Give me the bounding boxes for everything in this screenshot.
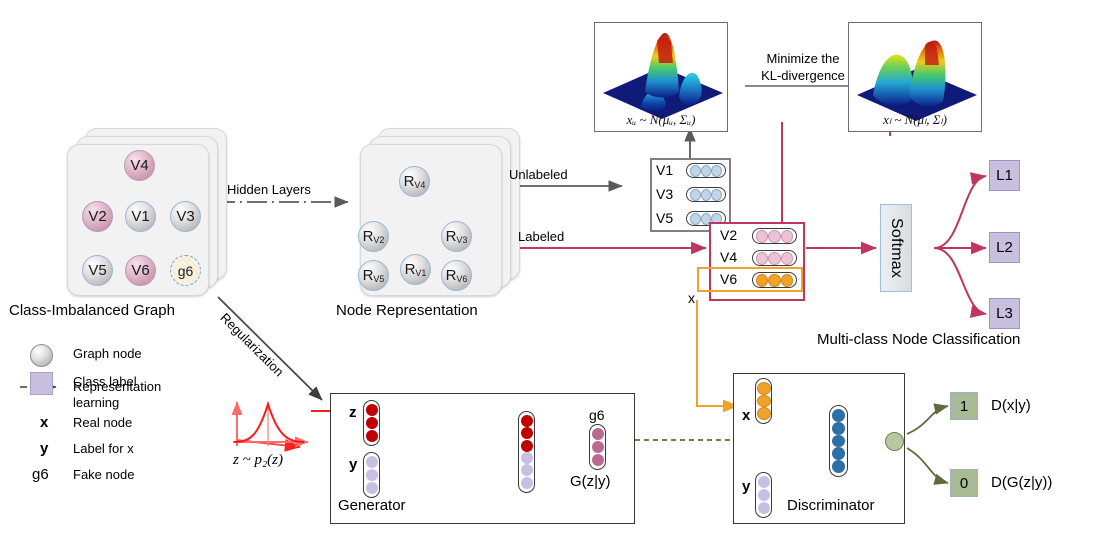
legend-key-g6: g6 <box>32 466 49 483</box>
graph-node-v4-label: V4 <box>130 157 149 174</box>
labeled-row-1-label: V4 <box>720 249 738 265</box>
graph-node-v6-label: V6 <box>131 262 150 279</box>
legend-graph-node-label: Graph node <box>73 346 142 361</box>
kl-line-1: Minimize the <box>766 51 840 66</box>
discriminator-output-0: 0 <box>950 469 978 497</box>
class-label-l3-text: L3 <box>996 305 1013 322</box>
rep-node-rv5-label: RV5 <box>362 267 385 284</box>
graph-node-v1[interactable]: V1 <box>125 201 156 232</box>
generator-y-vector <box>363 452 380 498</box>
graph-node-g6-label: g6 <box>177 262 194 279</box>
generator-z-label: z <box>349 404 357 421</box>
unlabeled-row-1-label: V3 <box>656 186 674 202</box>
legend-key-y: y <box>40 440 49 457</box>
unlabeled-row-2-label: V5 <box>656 210 674 226</box>
rep-node-rv3-label: RV3 <box>445 228 468 245</box>
graph-node-v2-label: V2 <box>88 208 107 225</box>
labeled-row-0-vector <box>752 228 797 244</box>
discriminator-output-0-value: 0 <box>959 474 969 492</box>
legend-graph-node-icon <box>30 344 53 367</box>
legend-class-label-icon <box>30 372 53 395</box>
discriminator-output-1: 1 <box>950 392 978 420</box>
class-label-l1[interactable]: L1 <box>989 160 1020 191</box>
graph-panel-caption: Class-Imbalanced Graph <box>9 302 175 319</box>
generator-output-g6-label: g6 <box>589 407 605 423</box>
labeled-distribution-plot: xₗ ~ N(μₗ, Σₗ) <box>848 22 982 132</box>
generator-output-vector <box>589 424 606 470</box>
rep-node-rv1-label: RV1 <box>404 261 427 278</box>
graph-node-v5-label: V5 <box>88 262 107 279</box>
discriminator-y-label: y <box>742 478 751 495</box>
legend-real-node-text: Real node <box>73 415 133 430</box>
rep-node-rv6[interactable]: RV6 <box>441 260 472 291</box>
unlabeled-label: Unlabeled <box>509 167 568 182</box>
labeled-row-0-label: V2 <box>720 227 738 243</box>
discriminator-y-vector <box>755 472 772 518</box>
discriminator-x-vector <box>755 378 772 424</box>
softmax-label: Softmax <box>888 217 905 279</box>
graph-node-g6[interactable]: g6 <box>170 255 201 286</box>
discriminator-hidden-vector <box>829 405 848 477</box>
class-label-l2-text: L2 <box>996 239 1013 256</box>
graph-node-v3-label: V3 <box>176 208 195 225</box>
kl-line-2: KL-divergence <box>761 68 845 83</box>
rep-node-rv5[interactable]: RV5 <box>358 260 389 291</box>
unlabeled-distribution-plot: xᵤ ~ N(μᵤ, Σᵤ) <box>594 22 728 132</box>
rep-node-rv4[interactable]: RV4 <box>399 166 430 197</box>
prior-equation: z ~ p₂(z) <box>233 452 283 468</box>
legend-key-x: x <box>40 414 49 431</box>
legend-fake-node-text: Fake node <box>73 467 135 482</box>
graph-node-v6[interactable]: V6 <box>125 255 156 286</box>
real-node-marker-x: x <box>688 290 695 306</box>
labeled-row-1-vector <box>752 250 797 266</box>
graph-node-v5[interactable]: V5 <box>82 255 113 286</box>
rep-node-rv2[interactable]: RV2 <box>358 221 389 252</box>
generator-title: Generator <box>338 497 406 514</box>
generator-output-label: G(z|y) <box>570 473 611 490</box>
rep-panel-caption: Node Representation <box>336 302 478 319</box>
generator-y-label: y <box>349 456 358 473</box>
legend-rep-line2: learning <box>73 395 120 410</box>
softmax-block[interactable]: Softmax <box>880 204 912 292</box>
legend-label-for-x-text: Label for x <box>73 441 134 456</box>
rep-node-rv2-label: RV2 <box>362 228 385 245</box>
labeled-distribution-equation: xₗ ~ N(μₗ, Σₗ) <box>883 112 947 127</box>
labeled-row-2-vector <box>752 272 797 288</box>
rep-node-rv3[interactable]: RV3 <box>441 221 472 252</box>
unlabeled-row-0-vector <box>686 163 726 178</box>
discriminator-x-label: x <box>742 407 751 424</box>
generator-z-vector <box>363 400 380 446</box>
legend-rep-line1: Representation <box>73 379 162 394</box>
diagram-canvas: V4 V2 V1 V3 V5 V6 g6 Class-Imbalanced Gr… <box>0 0 1108 537</box>
class-label-l2[interactable]: L2 <box>989 232 1020 263</box>
class-label-l3[interactable]: L3 <box>989 298 1020 329</box>
rep-node-rv1[interactable]: RV1 <box>400 254 431 285</box>
graph-node-v3[interactable]: V3 <box>170 201 201 232</box>
kl-divergence-label: Minimize the KL-divergence <box>747 50 859 84</box>
legend-representation-learning-text: Representation learning <box>73 379 161 411</box>
hidden-layers-label: Hidden Layers <box>227 182 311 197</box>
unlabeled-row-1-vector <box>686 187 726 202</box>
discriminator-output-0-label: D(G(z|y)) <box>991 474 1053 491</box>
labeled-row-2-label: V6 <box>720 271 738 287</box>
class-label-l1-text: L1 <box>996 167 1013 184</box>
rep-node-rv6-label: RV6 <box>445 267 468 284</box>
generator-concat-vector <box>518 411 535 493</box>
labeled-label: Labeled <box>518 229 565 244</box>
classification-caption: Multi-class Node Classification <box>817 331 1021 348</box>
rep-node-rv4-label: RV4 <box>403 173 426 190</box>
discriminator-output-node <box>885 432 904 451</box>
regularization-label: Regularization <box>217 310 287 380</box>
discriminator-output-1-value: 1 <box>959 397 969 415</box>
unlabeled-row-0-label: V1 <box>656 162 674 178</box>
graph-node-v2[interactable]: V2 <box>82 201 113 232</box>
unlabeled-distribution-equation: xᵤ ~ N(μᵤ, Σᵤ) <box>626 112 696 127</box>
discriminator-title: Discriminator <box>787 497 875 514</box>
graph-node-v4[interactable]: V4 <box>124 150 155 181</box>
graph-node-v1-label: V1 <box>131 208 150 225</box>
discriminator-output-1-label: D(x|y) <box>991 397 1031 414</box>
